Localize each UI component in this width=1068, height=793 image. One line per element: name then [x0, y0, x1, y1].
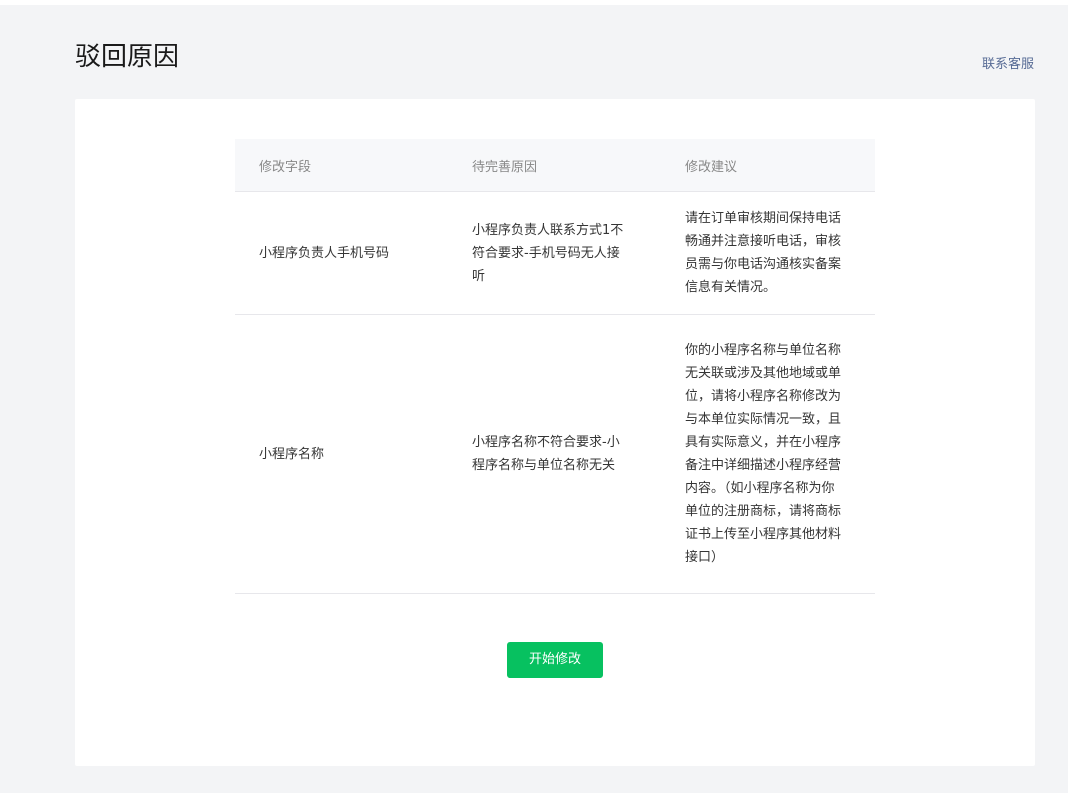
content-card: 修改字段 待完善原因 修改建议 小程序负责人手机号码 小程序负责人联系方式1不符…	[75, 99, 1035, 766]
cell-reason: 小程序负责人联系方式1不符合要求-手机号码无人接听	[472, 222, 624, 284]
header-field: 修改字段	[259, 159, 312, 175]
cell-field: 小程序负责人手机号码	[259, 245, 390, 261]
cell-reason: 小程序名称不符合要求-小程序名称与单位名称无关	[472, 435, 620, 473]
cell-suggestion: 请在订单审核期间保持电话畅通并注意接听电话，审核员需与你电话沟通核实备案信息有关…	[685, 211, 842, 295]
top-strip	[0, 0, 1068, 5]
table-row: 小程序名称 小程序名称不符合要求-小程序名称与单位名称无关 你的小程序名称与单位…	[235, 315, 875, 594]
page-title: 驳回原因	[75, 42, 180, 72]
header-suggestion: 修改建议	[685, 159, 738, 175]
action-bar: 开始修改	[75, 642, 1035, 678]
table-header: 修改字段 待完善原因 修改建议	[235, 139, 875, 192]
cell-suggestion: 你的小程序名称与单位名称无关联或涉及其他地域或单位，请将小程序名称修改为与本单位…	[685, 343, 842, 565]
contact-support-link[interactable]: 联系客服	[982, 56, 1034, 74]
header-reason: 待完善原因	[472, 159, 538, 175]
cell-field: 小程序名称	[259, 446, 325, 462]
start-edit-button[interactable]: 开始修改	[507, 642, 603, 678]
table-row: 小程序负责人手机号码 小程序负责人联系方式1不符合要求-手机号码无人接听 请在订…	[235, 192, 875, 315]
rejection-reasons-table: 修改字段 待完善原因 修改建议 小程序负责人手机号码 小程序负责人联系方式1不符…	[235, 139, 875, 594]
